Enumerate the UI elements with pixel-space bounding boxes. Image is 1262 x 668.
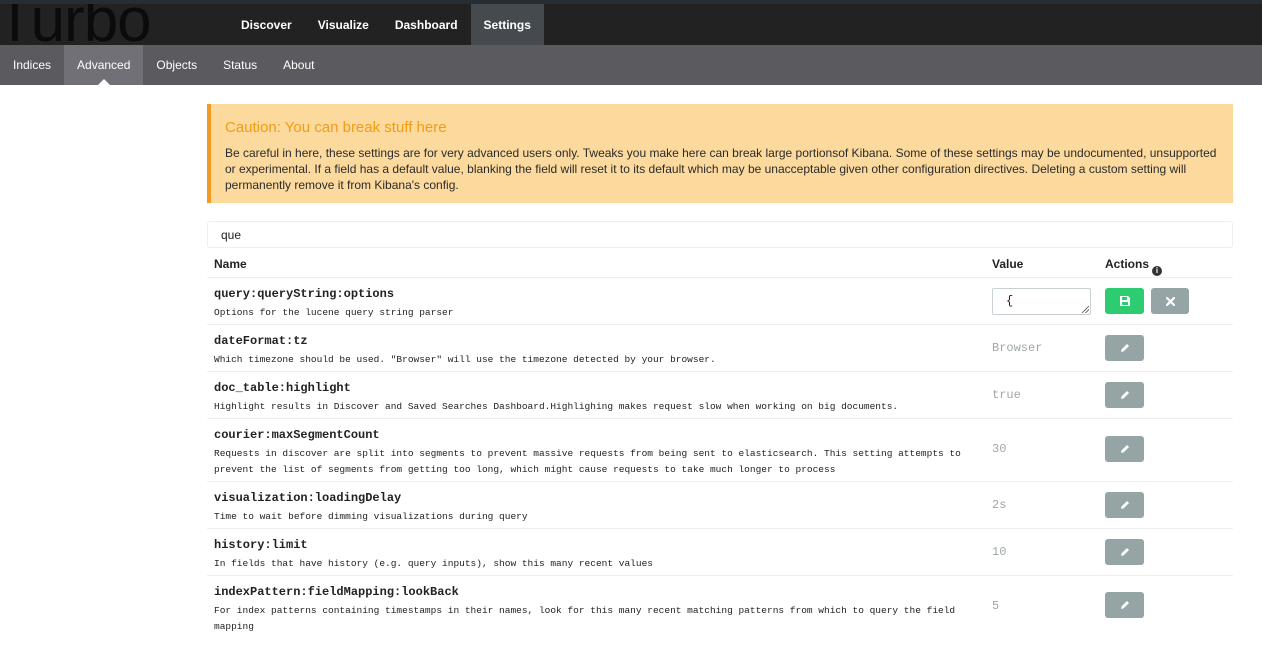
setting-value: true — [992, 388, 1021, 402]
tab-settings[interactable]: Settings — [470, 4, 544, 45]
caution-title: Caution: You can break stuff here — [225, 119, 447, 136]
tab-discover[interactable]: Discover — [228, 4, 305, 45]
edit-button[interactable] — [1105, 436, 1144, 462]
subtab-objects[interactable]: Objects — [143, 45, 210, 85]
setting-description: Requests in discover are split into segm… — [214, 448, 961, 475]
table-row: query:queryString:options Options for th… — [207, 278, 1233, 325]
setting-description: In fields that have history (e.g. query … — [214, 558, 653, 569]
setting-value: 30 — [992, 442, 1007, 456]
setting-description: Options for the lucene query string pars… — [214, 307, 454, 318]
subtab-indices[interactable]: Indices — [0, 45, 64, 85]
pencil-icon — [1120, 501, 1129, 509]
pencil-icon — [1120, 344, 1129, 352]
edit-button[interactable] — [1105, 492, 1144, 518]
setting-name: query:queryString:options — [214, 287, 395, 301]
table-row: visualization:loadingDelay Time to wait … — [207, 482, 1233, 529]
top-navbar: Turbo Discover Visualize Dashboard Setti… — [0, 4, 1262, 45]
setting-description: For index patterns containing timestamps… — [214, 605, 956, 632]
table-header: Name Value Actions i — [207, 248, 1233, 278]
setting-name: visualization:loadingDelay — [214, 491, 402, 505]
pencil-icon — [1120, 548, 1129, 556]
setting-value: Browser — [992, 341, 1043, 355]
pencil-icon — [1120, 445, 1129, 453]
edit-button[interactable] — [1105, 592, 1144, 618]
setting-name: doc_table:highlight — [214, 381, 351, 395]
cancel-button[interactable] — [1151, 288, 1189, 314]
close-icon — [1165, 296, 1175, 306]
setting-description: Highlight results in Discover and Saved … — [214, 401, 899, 412]
subtab-status[interactable]: Status — [210, 45, 270, 85]
setting-name: history:limit — [214, 538, 308, 552]
top-nav: Discover Visualize Dashboard Settings — [228, 4, 544, 45]
settings-subnav: Indices Advanced Objects Status About — [0, 45, 1262, 85]
tab-visualize[interactable]: Visualize — [305, 4, 382, 45]
resize-handle-icon[interactable] — [1082, 306, 1089, 313]
subtab-advanced[interactable]: Advanced — [64, 45, 144, 85]
app-logo[interactable]: Turbo — [0, 4, 162, 45]
settings-subnav-bar: Indices Advanced Objects Status About — [0, 45, 1262, 85]
setting-value: 10 — [992, 545, 1007, 559]
pencil-icon — [1120, 391, 1129, 399]
settings-search-input[interactable] — [207, 221, 1233, 248]
save-icon — [1119, 296, 1130, 306]
edit-button[interactable] — [1105, 539, 1144, 565]
table-row: indexPattern:fieldMapping:lookBack For i… — [207, 576, 1233, 632]
subtab-about[interactable]: About — [270, 45, 327, 85]
edit-button[interactable] — [1105, 335, 1144, 361]
settings-table: Name Value Actions i query:queryString:op… — [207, 248, 1233, 632]
setting-description: Time to wait before dimming visualizatio… — [214, 511, 528, 522]
header-name: Name — [214, 257, 247, 271]
edit-button[interactable] — [1105, 382, 1144, 408]
setting-value: 2s — [992, 498, 1007, 512]
table-row: dateFormat:tz Which timezone should be u… — [207, 325, 1233, 372]
save-button[interactable] — [1105, 288, 1144, 314]
table-row: courier:maxSegmentCount Requests in disc… — [207, 419, 1233, 482]
tab-dashboard[interactable]: Dashboard — [382, 4, 471, 45]
caution-body: Be careful in here, these settings are f… — [225, 146, 1217, 192]
setting-value: 5 — [992, 599, 1000, 613]
setting-name: courier:maxSegmentCount — [214, 428, 380, 442]
header-actions: Actions i — [1105, 257, 1163, 276]
pencil-icon — [1120, 601, 1129, 609]
caution-alert: Caution: You can break stuff here Be car… — [207, 104, 1233, 203]
info-icon[interactable]: i — [1152, 266, 1163, 276]
table-row: doc_table:highlight Highlight results in… — [207, 372, 1233, 419]
setting-value-textarea[interactable]: { — [992, 288, 1091, 315]
header-value: Value — [992, 257, 1024, 271]
setting-name: indexPattern:fieldMapping:lookBack — [214, 585, 459, 599]
setting-description: Which timezone should be used. "Browser"… — [214, 354, 716, 365]
table-row: history:limit In fields that have histor… — [207, 529, 1233, 576]
setting-name: dateFormat:tz — [214, 334, 308, 348]
